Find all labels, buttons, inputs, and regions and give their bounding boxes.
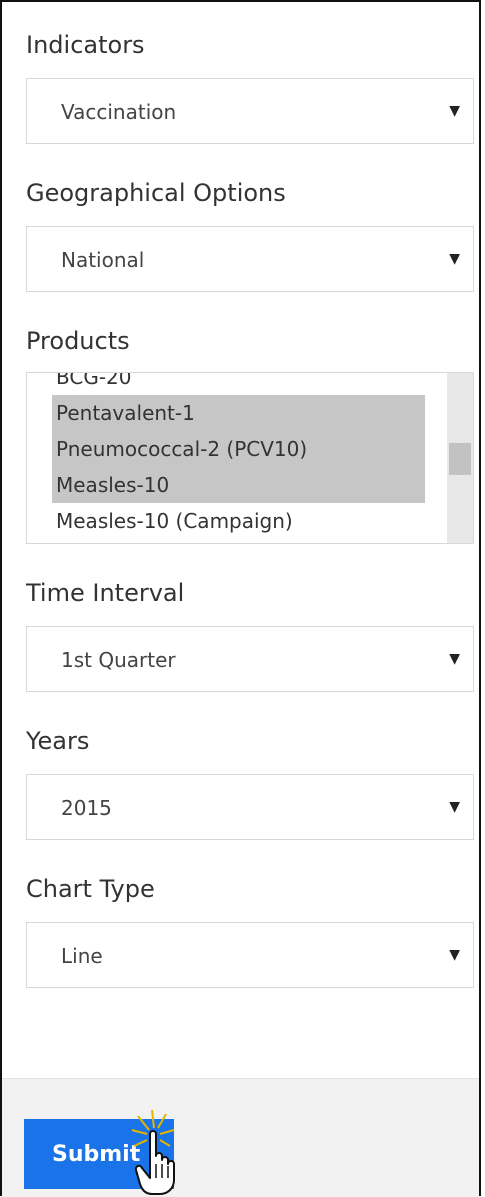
product-option-pentavalent[interactable]: Pentavalent-1 — [52, 395, 425, 431]
caret-down-icon: ▼ — [449, 799, 460, 815]
chart-type-label: Chart Type — [26, 875, 155, 903]
hand-pointer-icon — [131, 1109, 175, 1195]
caret-down-icon: ▼ — [449, 947, 460, 963]
indicators-select[interactable]: Vaccination ▼ — [26, 78, 474, 144]
product-option-bcg[interactable]: BCG-20 — [27, 373, 449, 395]
products-label: Products — [26, 327, 130, 355]
products-scrollbar[interactable] — [447, 373, 473, 543]
years-selected-value: 2015 — [61, 796, 112, 820]
product-option-pneumococcal[interactable]: Pneumococcal-2 (PCV10) — [52, 431, 425, 467]
products-listbox[interactable]: BCG-20 Pentavalent-1 Pneumococcal-2 (PCV… — [26, 372, 474, 544]
geographical-options-label: Geographical Options — [26, 179, 286, 207]
chart-type-select[interactable]: Line ▼ — [26, 922, 474, 988]
time-interval-select[interactable]: 1st Quarter ▼ — [26, 626, 474, 692]
indicators-label: Indicators — [26, 31, 145, 59]
years-label: Years — [26, 727, 90, 755]
indicators-selected-value: Vaccination — [61, 100, 177, 124]
time-interval-label: Time Interval — [26, 579, 185, 607]
geographical-options-select[interactable]: National ▼ — [26, 226, 474, 292]
years-select[interactable]: 2015 ▼ — [26, 774, 474, 840]
caret-down-icon: ▼ — [449, 251, 460, 267]
product-option-measles-campaign[interactable]: Measles-10 (Campaign) — [27, 503, 449, 539]
caret-down-icon: ▼ — [449, 103, 460, 119]
product-option-measles[interactable]: Measles-10 — [52, 467, 425, 503]
caret-down-icon: ▼ — [449, 651, 460, 667]
scrollbar-thumb[interactable] — [449, 443, 471, 475]
time-interval-selected-value: 1st Quarter — [61, 648, 176, 672]
filter-panel: Indicators Vaccination ▼ Geographical Op… — [0, 0, 481, 1196]
chart-type-selected-value: Line — [61, 944, 103, 968]
geographical-selected-value: National — [61, 248, 145, 272]
